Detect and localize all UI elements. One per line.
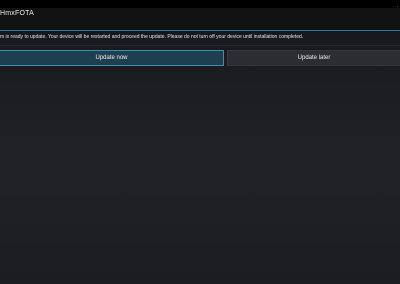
action-bar [0,8,400,30]
screen-background: HmxFOTA m is ready to update. Your devic… [0,0,400,284]
update-now-button[interactable]: Update now [0,50,224,66]
action-bar-divider [0,30,400,31]
update-later-button[interactable]: Update later [227,50,400,66]
app-title: HmxFOTA [0,10,34,17]
update-message: m is ready to update. Your device will b… [0,34,304,40]
signal-icon [391,0,398,7]
message-divider [0,45,400,46]
status-bar [0,0,400,8]
